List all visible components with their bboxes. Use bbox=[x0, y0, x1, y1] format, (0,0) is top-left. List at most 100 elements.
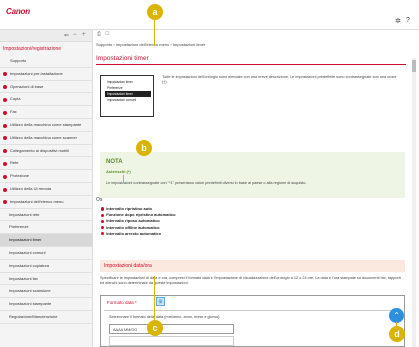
print-icon[interactable]: ⎙ bbox=[97, 31, 101, 37]
sidebar-item[interactable]: Rete bbox=[0, 157, 92, 171]
sidebar-item-label: Rete bbox=[10, 160, 19, 166]
sidebar-item-label: Impostazioni scansione bbox=[9, 288, 51, 294]
divider bbox=[104, 310, 401, 311]
back-to-top-button[interactable]: ⌃ bbox=[389, 308, 404, 323]
callout-b: b bbox=[136, 140, 152, 156]
sidebar-item-label: Utilizzo della UI remota bbox=[10, 185, 52, 191]
minus-icon[interactable]: − bbox=[73, 32, 77, 38]
sidebar-item[interactable]: Preferenze bbox=[0, 221, 92, 235]
menu-line: Impostazioni comuni bbox=[107, 98, 137, 102]
sidebar-item[interactable]: Impostazioni dell'elenco menu bbox=[0, 196, 92, 209]
format-heading: Formato data * bbox=[107, 300, 137, 305]
sidebar-item-label: Impostazioni dell'elenco menu bbox=[10, 198, 64, 204]
page-title: Impostazioni timer bbox=[96, 55, 406, 65]
gear-icon[interactable]: ✲ bbox=[395, 17, 401, 25]
breadcrumb[interactable]: Supporto › Impostazioni dell'elenco menu… bbox=[96, 42, 205, 47]
sidebar-item-label: Impostazioni pre-installazione bbox=[10, 70, 63, 76]
bookmark-icon[interactable]: ☐ bbox=[105, 31, 109, 37]
canon-logo: Canon bbox=[6, 7, 30, 16]
sidebar-item-label: Impostazioni rete bbox=[9, 211, 40, 217]
bullet-icon bbox=[3, 72, 7, 77]
callout-line bbox=[154, 276, 155, 322]
bullet-icon bbox=[3, 85, 7, 90]
section-text: Specificare le impostazioni di data e or… bbox=[100, 276, 401, 285]
sidebar-item[interactable]: Utilizzo della macchina come stampante bbox=[0, 119, 92, 132]
plus-icon[interactable]: + bbox=[82, 32, 86, 38]
sidebar-item[interactable]: Impostazioni fax bbox=[0, 273, 92, 286]
bullet-icon bbox=[3, 110, 7, 115]
format-value: AAAA MM/GG bbox=[109, 324, 234, 334]
sidebar-item[interactable]: Utilizzo della macchina come scanner bbox=[0, 132, 92, 145]
sidebar-item-label: Utilizzo della macchina come stampante bbox=[10, 121, 82, 127]
bullet-icon bbox=[3, 136, 7, 141]
expand-icon[interactable]: ⊞ bbox=[156, 297, 165, 306]
sidebar-item[interactable]: Impostazioni scansione bbox=[0, 285, 92, 299]
sidebar-item[interactable]: Impostazioni timer bbox=[0, 234, 92, 247]
help-page-screenshot: Canon ✲ ? ⇐ − + Impostazioni/registrazio… bbox=[0, 0, 419, 347]
callout-line bbox=[123, 175, 124, 182]
sidebar-item-label: Supporto bbox=[10, 58, 27, 63]
scrollbar-thumb[interactable] bbox=[412, 60, 416, 72]
sidebar-item-label: Copia bbox=[10, 96, 21, 102]
sidebar-item-label: Preferenze bbox=[9, 224, 29, 230]
bullet-icon bbox=[3, 174, 7, 179]
content-toolbar: ⎙ ☐ bbox=[93, 30, 419, 38]
sidebar-title: Impostazioni/registrazione bbox=[3, 46, 62, 52]
format-row bbox=[109, 336, 234, 346]
sidebar-controls: ⇐ − + bbox=[0, 30, 92, 42]
sidebar-item[interactable]: Fax bbox=[0, 106, 92, 119]
bullet-icon bbox=[3, 187, 7, 192]
sidebar-item-label: Utilizzo della macchina come scanner bbox=[10, 134, 77, 140]
sidebar: ⇐ − + Impostazioni/registrazione Support… bbox=[0, 30, 93, 347]
sidebar-item[interactable]: Protezione bbox=[0, 170, 92, 183]
format-text: Selezionare il formato della data (mm/an… bbox=[109, 315, 221, 319]
bullet-icon bbox=[3, 161, 7, 166]
help-icon[interactable]: ? bbox=[406, 17, 410, 24]
topic-links: Intervallo ripristino auto Funzione dopo … bbox=[101, 206, 176, 237]
callout-c: c bbox=[147, 320, 163, 336]
header-bar: Canon ✲ ? bbox=[0, 0, 419, 30]
note-text: Le impostazioni contrassegnate con "*1" … bbox=[106, 181, 307, 185]
sidebar-item[interactable]: Utilizzo della UI remota bbox=[0, 183, 92, 196]
callout-line bbox=[154, 20, 155, 46]
sidebar-item[interactable]: Impostazioni stampante bbox=[0, 298, 92, 311]
sidebar-item[interactable]: Impostazioni copiatura bbox=[0, 260, 92, 273]
sidebar-item[interactable]: Operazioni di base bbox=[0, 81, 92, 94]
sidebar-item[interactable]: Impostazioni pre-installazione bbox=[0, 68, 92, 81]
sidebar-item-label: Protezione bbox=[10, 173, 30, 179]
sidebar-item-label: Impostazioni timer bbox=[9, 237, 42, 243]
scrollbar[interactable] bbox=[412, 58, 416, 347]
sidebar-item-label: Impostazioni copiatura bbox=[9, 262, 50, 268]
section-heading: Impostazioni data/ora bbox=[100, 260, 405, 272]
sidebar-item-label: Impostazioni stampante bbox=[9, 301, 52, 307]
format-box: Formato data * ⊞ Selezionare il formato … bbox=[100, 295, 405, 347]
sidebar-item[interactable]: Collegamento ai dispositivi mobili bbox=[0, 145, 92, 158]
collapse-icon[interactable]: ⇐ bbox=[64, 32, 69, 39]
bullet-icon bbox=[3, 200, 7, 205]
bullet-icon bbox=[3, 149, 7, 154]
callout-a: a bbox=[147, 4, 163, 20]
sidebar-item[interactable]: Impostazioni rete bbox=[0, 209, 92, 222]
main-content: ⎙ ☐ Supporto › Impostazioni dell'elenco … bbox=[93, 30, 419, 347]
sidebar-item-label: Impostazioni fax bbox=[9, 275, 38, 281]
callout-d: d bbox=[389, 326, 405, 342]
sidebar-item-label: Impostazioni comuni bbox=[9, 249, 46, 255]
sidebar-item-label: Operazioni di base bbox=[10, 83, 44, 89]
bullet-icon bbox=[3, 123, 7, 128]
menu-screen-image: Impostazioni timer Preferenze Impostazio… bbox=[100, 75, 154, 117]
sidebar-item[interactable]: Impostazioni comuni bbox=[0, 247, 92, 260]
note-heading: NOTA bbox=[106, 159, 123, 165]
sidebar-item-label: Regolazione/Manutenzione bbox=[9, 313, 58, 319]
bullet-icon bbox=[3, 97, 7, 102]
sidebar-item[interactable]: Copia bbox=[0, 93, 92, 107]
sidebar-item[interactable]: Regolazione/Manutenzione bbox=[0, 311, 92, 324]
toc-indicator: Os bbox=[96, 197, 103, 203]
note-subheading: Asterischi (*) bbox=[106, 169, 131, 174]
sidebar-item-label: Collegamento ai dispositivi mobili bbox=[10, 147, 69, 153]
sidebar-item[interactable]: Supporto bbox=[0, 55, 92, 68]
note-box: NOTA Asterischi (*) Le impostazioni cont… bbox=[100, 152, 405, 198]
topic-link[interactable]: Intervallo arresto automatico bbox=[101, 231, 176, 237]
intro-text: Tutte le impostazioni dell'orologio sono… bbox=[162, 75, 397, 84]
sidebar-nav: Supporto Impostazioni pre-installazione Op… bbox=[0, 55, 92, 324]
sidebar-item-label: Fax bbox=[10, 109, 17, 115]
